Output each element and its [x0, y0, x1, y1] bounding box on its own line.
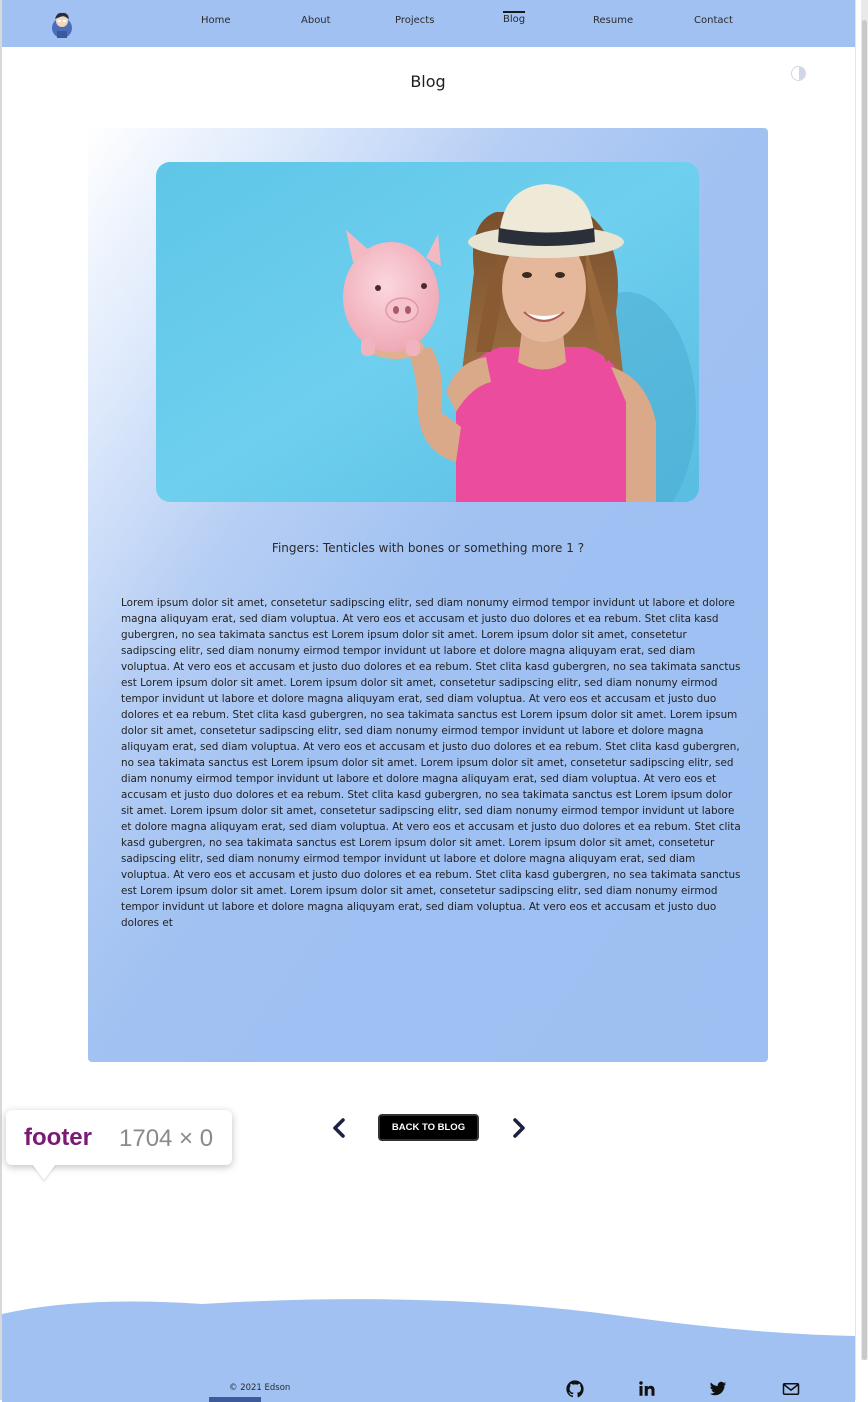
hero-photo — [156, 162, 699, 502]
post-body: Lorem ipsum dolor sit amet, consetetur s… — [121, 597, 741, 929]
github-icon[interactable] — [566, 1380, 584, 1398]
copyright-text: © 2021 Edson — [229, 1383, 291, 1393]
blog-post-card: Fingers: Tenticles with bones or somethi… — [88, 128, 768, 1062]
mail-icon[interactable] — [781, 1380, 801, 1398]
tooltip-tag-name: footer — [24, 1124, 92, 1151]
post-title: Fingers: Tenticles with bones or somethi… — [271, 541, 585, 555]
nav-about[interactable]: About — [301, 14, 331, 27]
chevron-right-icon[interactable] — [511, 1117, 527, 1139]
page-title: Blog — [410, 72, 446, 91]
navbar: Home About Projects Blog Resume Contact — [2, 0, 855, 47]
nav-home[interactable]: Home — [201, 14, 231, 27]
nav-contact[interactable]: Contact — [694, 14, 733, 27]
chevron-left-icon[interactable] — [331, 1117, 347, 1139]
scrollbar-thumb[interactable] — [862, 20, 867, 1360]
footer-wave — [2, 1299, 855, 1402]
twitter-icon[interactable] — [709, 1380, 727, 1398]
nav-resume[interactable]: Resume — [593, 14, 633, 27]
bottom-cropped-element — [209, 1397, 261, 1402]
back-to-blog-button[interactable]: BACK TO BLOG — [378, 1114, 479, 1141]
linkedin-icon[interactable] — [638, 1380, 656, 1398]
window-left-edge — [0, 0, 2, 1400]
devtools-element-tooltip: footer 1704 × 0 — [6, 1110, 232, 1165]
tooltip-dimensions: 1704 × 0 — [119, 1125, 214, 1152]
nav-blog[interactable]: Blog — [503, 11, 526, 26]
tooltip-arrow — [32, 1164, 56, 1180]
avatar-icon[interactable] — [48, 9, 76, 39]
nav-projects[interactable]: Projects — [395, 14, 434, 27]
